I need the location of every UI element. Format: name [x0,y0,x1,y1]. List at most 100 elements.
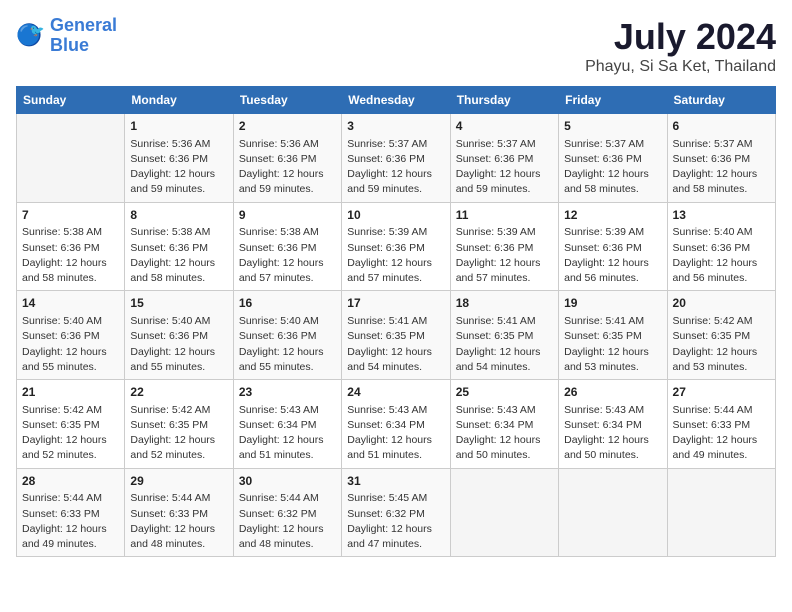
calendar-cell: 12Sunrise: 5:39 AM Sunset: 6:36 PM Dayli… [559,202,667,291]
logo-line1: General [50,15,117,35]
calendar-cell: 19Sunrise: 5:41 AM Sunset: 6:35 PM Dayli… [559,291,667,380]
calendar-cell: 11Sunrise: 5:39 AM Sunset: 6:36 PM Dayli… [450,202,558,291]
calendar-cell: 14Sunrise: 5:40 AM Sunset: 6:36 PM Dayli… [17,291,125,380]
day-info: Sunrise: 5:36 AM Sunset: 6:36 PM Dayligh… [130,137,227,198]
day-number: 3 [347,118,444,135]
calendar-week-2: 7 Sunrise: 5:38 AM Sunset: 6:36 PM Daylig… [17,202,776,291]
day-number: 8 [130,207,227,224]
calendar-cell: 24 Sunrise: 5:43 AM Sunset: 6:34 PM Dayli… [342,380,450,469]
day-number: 10 [347,207,444,224]
calendar-cell: 5Sunrise: 5:37 AM Sunset: 6:36 PM Daylig… [559,114,667,203]
calendar-cell: 7Sunrise: 5:38 AM Sunset: 6:36 PM Daylig… [17,202,125,291]
day-number: 24 [347,384,444,401]
calendar-cell: 6Sunrise: 5:37 AM Sunset: 6:36 PM Daylig… [667,114,775,203]
title-block: July 2024 Phayu, Si Sa Ket, Thailand [585,16,776,76]
day-info: Sunrise: 5:44 AM Sunset: 6:33 PM Dayligh… [22,491,119,552]
day-info: Sunrise: 5:42 AM Sunset: 6:35 PM Dayligh… [22,403,119,464]
day-number: 18 [456,295,553,312]
day-number: 25 [456,384,553,401]
day-info: Sunrise: 5:39 AM Sunset: 6:36 PM Dayligh… [347,225,444,286]
column-header-sunday: Sunday [17,87,125,114]
day-info: Sunrise: 5:40 AM Sunset: 6:36 PM Dayligh… [673,225,770,286]
day-number: 22 [130,384,227,401]
day-number: 1 [130,118,227,135]
day-info: Sunrise: 5:40 AM Sunset: 6:36 PM Dayligh… [130,314,227,375]
column-header-thursday: Thursday [450,87,558,114]
day-number: 13 [673,207,770,224]
day-info: Sunrise: 5:37 AM Sunset: 6:36 PM Dayligh… [456,137,553,198]
day-number: 23 [239,384,336,401]
day-number: 30 [239,473,336,490]
day-number: 20 [673,295,770,312]
day-number: 16 [239,295,336,312]
day-info: Sunrise: 5:43 AM Sunset: 6:34 PM Dayligh… [239,403,336,464]
day-info: Sunrise: 5:37 AM Sunset: 6:36 PM Dayligh… [347,137,444,198]
day-info: Sunrise: 5:43 AM Sunset: 6:34 PM Dayligh… [456,403,553,464]
calendar-cell: 31Sunrise: 5:45 AM Sunset: 6:32 PM Dayli… [342,468,450,557]
day-info: Sunrise: 5:43 AM Sunset: 6:34 PM Dayligh… [347,403,444,464]
day-number: 26 [564,384,661,401]
calendar-cell: 18 Sunrise: 5:41 AM Sunset: 6:35 PM Dayli… [450,291,558,380]
day-info: Sunrise: 5:36 AM Sunset: 6:36 PM Dayligh… [239,137,336,198]
day-info: Sunrise: 5:44 AM Sunset: 6:32 PM Dayligh… [239,491,336,552]
day-info: Sunrise: 5:40 AM Sunset: 6:36 PM Dayligh… [22,314,119,375]
calendar-cell [450,468,558,557]
calendar-cell: 27 Sunrise: 5:44 AM Sunset: 6:33 PM Dayli… [667,380,775,469]
location-subtitle: Phayu, Si Sa Ket, Thailand [585,58,776,76]
column-header-wednesday: Wednesday [342,87,450,114]
day-info: Sunrise: 5:38 AM Sunset: 6:36 PM Dayligh… [239,225,336,286]
day-number: 11 [456,207,553,224]
day-number: 12 [564,207,661,224]
day-info: Sunrise: 5:44 AM Sunset: 6:33 PM Dayligh… [673,403,770,464]
calendar-week-3: 14Sunrise: 5:40 AM Sunset: 6:36 PM Dayli… [17,291,776,380]
column-header-monday: Monday [125,87,233,114]
logo-text: General Blue [50,16,117,56]
page-header: 🔵 🐦 General Blue July 2024 Phayu, Si Sa … [16,16,776,76]
column-header-tuesday: Tuesday [233,87,341,114]
day-info: Sunrise: 5:41 AM Sunset: 6:35 PM Dayligh… [347,314,444,375]
day-info: Sunrise: 5:39 AM Sunset: 6:36 PM Dayligh… [564,225,661,286]
day-number: 28 [22,473,119,490]
logo: 🔵 🐦 General Blue [16,16,117,56]
day-number: 29 [130,473,227,490]
day-number: 17 [347,295,444,312]
day-info: Sunrise: 5:42 AM Sunset: 6:35 PM Dayligh… [130,403,227,464]
calendar-cell: 23 Sunrise: 5:43 AM Sunset: 6:34 PM Dayli… [233,380,341,469]
day-number: 21 [22,384,119,401]
calendar-header-row: SundayMondayTuesdayWednesdayThursdayFrid… [17,87,776,114]
day-number: 27 [673,384,770,401]
calendar-cell: 25 Sunrise: 5:43 AM Sunset: 6:34 PM Dayli… [450,380,558,469]
calendar-cell [17,114,125,203]
calendar-cell: 3 Sunrise: 5:37 AM Sunset: 6:36 PM Daylig… [342,114,450,203]
day-info: Sunrise: 5:45 AM Sunset: 6:32 PM Dayligh… [347,491,444,552]
day-info: Sunrise: 5:39 AM Sunset: 6:36 PM Dayligh… [456,225,553,286]
svg-text:🐦: 🐦 [30,23,45,37]
calendar-cell: 17 Sunrise: 5:41 AM Sunset: 6:35 PM Dayli… [342,291,450,380]
day-info: Sunrise: 5:37 AM Sunset: 6:36 PM Dayligh… [673,137,770,198]
logo-bird-icon: 🔵 🐦 [16,21,46,51]
day-number: 5 [564,118,661,135]
day-number: 9 [239,207,336,224]
day-info: Sunrise: 5:38 AM Sunset: 6:36 PM Dayligh… [130,225,227,286]
day-number: 31 [347,473,444,490]
column-header-saturday: Saturday [667,87,775,114]
day-info: Sunrise: 5:41 AM Sunset: 6:35 PM Dayligh… [456,314,553,375]
column-header-friday: Friday [559,87,667,114]
day-number: 15 [130,295,227,312]
logo-line2: Blue [50,35,89,55]
calendar-cell: 9Sunrise: 5:38 AM Sunset: 6:36 PM Daylig… [233,202,341,291]
day-info: Sunrise: 5:43 AM Sunset: 6:34 PM Dayligh… [564,403,661,464]
calendar-cell: 13Sunrise: 5:40 AM Sunset: 6:36 PM Dayli… [667,202,775,291]
calendar-cell: 29Sunrise: 5:44 AM Sunset: 6:33 PM Dayli… [125,468,233,557]
day-info: Sunrise: 5:44 AM Sunset: 6:33 PM Dayligh… [130,491,227,552]
calendar-cell: 15 Sunrise: 5:40 AM Sunset: 6:36 PM Dayli… [125,291,233,380]
day-info: Sunrise: 5:41 AM Sunset: 6:35 PM Dayligh… [564,314,661,375]
day-info: Sunrise: 5:40 AM Sunset: 6:36 PM Dayligh… [239,314,336,375]
calendar-cell: 10Sunrise: 5:39 AM Sunset: 6:36 PM Dayli… [342,202,450,291]
calendar-cell: 22 Sunrise: 5:42 AM Sunset: 6:35 PM Dayli… [125,380,233,469]
calendar-cell: 30Sunrise: 5:44 AM Sunset: 6:32 PM Dayli… [233,468,341,557]
calendar-cell: 16 Sunrise: 5:40 AM Sunset: 6:36 PM Dayli… [233,291,341,380]
calendar-table: SundayMondayTuesdayWednesdayThursdayFrid… [16,86,776,557]
day-number: 7 [22,207,119,224]
calendar-cell: 2Sunrise: 5:36 AM Sunset: 6:36 PM Daylig… [233,114,341,203]
